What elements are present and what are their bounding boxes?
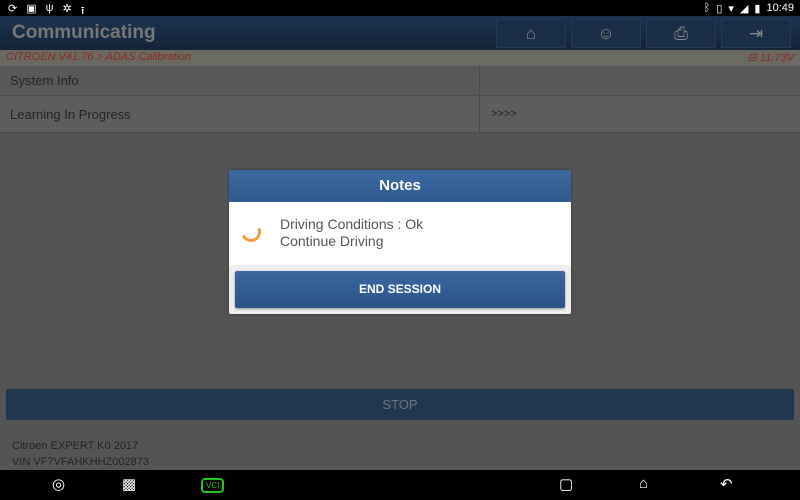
dialog-message-line2: Continue Driving	[280, 233, 384, 249]
status-bar: ⟳ ▣ ψ ✲ ⭱ ᛒ ▯ ▾ ◢ ▮ 10:49	[0, 0, 800, 17]
signal-icon: ◢	[739, 3, 749, 15]
dialog-title: Notes	[229, 170, 571, 202]
print-icon: ⎙	[674, 24, 688, 43]
vehicle-vin: VIN VF7VFAHKHHZ002873	[12, 456, 149, 468]
recents-icon[interactable]: ▢	[559, 475, 573, 493]
header: Communicating ⌂ ☺ ⎙ ⇥	[0, 16, 800, 50]
notes-dialog: Notes Driving Conditions : Ok Continue D…	[229, 170, 571, 314]
row-value: >>>>	[491, 108, 517, 120]
breadcrumb-path: CITROEN V41.76 > ADAS Calibration	[6, 51, 192, 63]
clock: 10:49	[766, 2, 794, 14]
row-label: Learning In Progress	[0, 96, 480, 132]
vehicle-model: Citroen EXPERT K0 2017	[12, 440, 139, 452]
stop-button[interactable]: STOP	[6, 389, 794, 420]
gallery-icon[interactable]: ▩	[122, 475, 136, 493]
car-battery-icon: ⊟	[747, 52, 760, 64]
row-value	[481, 66, 800, 95]
loading-spinner-icon	[238, 219, 264, 245]
battery-voltage: ⊟ 11.73V	[748, 51, 794, 64]
exit-button[interactable]: ⇥	[721, 19, 791, 48]
home-icon: ⌂	[525, 24, 537, 43]
support-button[interactable]: ☺	[571, 19, 641, 48]
support-icon: ☺	[597, 24, 615, 43]
browser-icon[interactable]: ◎	[52, 475, 65, 493]
end-session-button[interactable]: END SESSION	[235, 271, 565, 308]
print-button[interactable]: ⎙	[646, 19, 716, 48]
home-icon[interactable]: ⌂	[639, 475, 648, 492]
back-icon[interactable]: ↶	[720, 475, 733, 493]
breadcrumb: CITROEN V41.76 > ADAS Calibration ⊟ 11.7…	[0, 50, 800, 66]
home-button[interactable]: ⌂	[496, 19, 566, 48]
page-title: Communicating	[12, 22, 156, 43]
table-row: System Info	[0, 66, 800, 96]
dialog-message-line1: Driving Conditions : Ok	[280, 216, 424, 232]
row-label: System Info	[0, 66, 480, 95]
dialog-body: Driving Conditions : Ok Continue Driving	[229, 202, 571, 265]
voltage-value: 11.73V	[759, 52, 794, 64]
table-row: Learning In Progress >>>>	[0, 96, 800, 133]
exit-icon: ⇥	[748, 24, 764, 43]
vci-icon[interactable]: VCI	[201, 478, 225, 493]
wifi-icon: ▾	[728, 3, 734, 15]
nav-bar: ◎ ▩ VCI ▢ ⌂ ↶	[0, 470, 800, 500]
bluetooth-icon: ᛒ	[703, 2, 711, 14]
battery-icon: ▮	[754, 3, 761, 15]
vibrate-icon: ▯	[716, 3, 723, 15]
